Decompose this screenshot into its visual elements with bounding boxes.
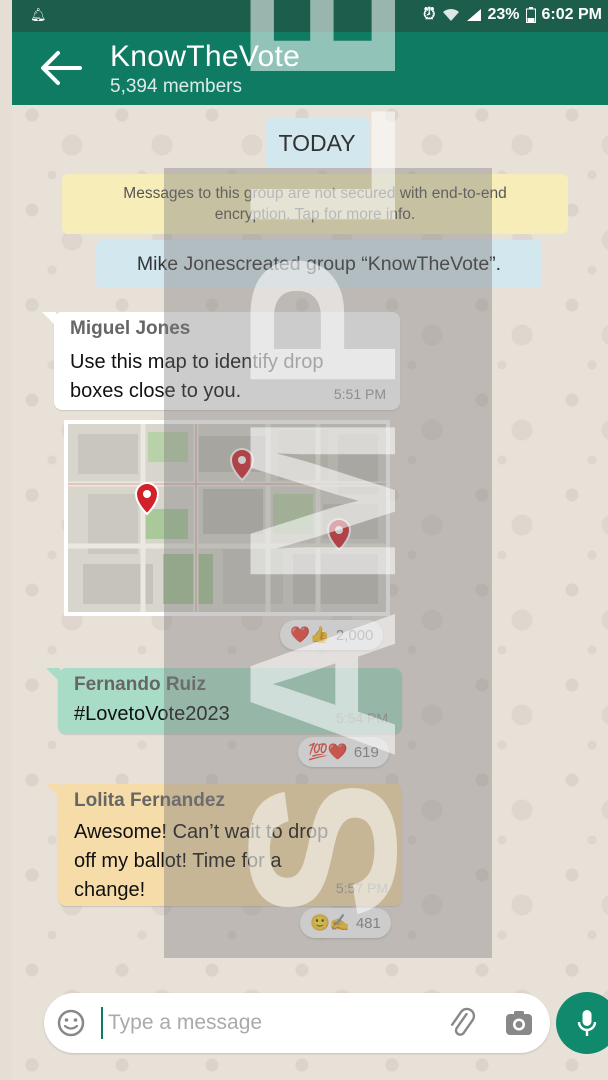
message-time: 5:57 PM (335, 880, 388, 896)
map-graphic (68, 424, 386, 612)
message-text: Awesome! Can’t wait to drop off my ballo… (74, 818, 328, 905)
chat-screen: 🔔︎ ⏰︎ 23% 6:02 PM KnowTheVote 5,394 memb… (12, 0, 608, 1080)
bubble-tail (46, 784, 60, 798)
reaction-count: 619 (353, 743, 379, 761)
status-right: ⏰︎ 23% 6:02 PM (423, 6, 602, 24)
reaction-badge[interactable]: 🙂✍️ 481 (300, 908, 391, 938)
text-caret (101, 1007, 103, 1039)
reaction-count: 481 (355, 914, 381, 932)
message-time: 5:54 PM (335, 710, 388, 726)
message-text-line: boxes close to you. (70, 380, 242, 402)
message-input[interactable] (108, 1005, 408, 1041)
chat-header: KnowTheVote 5,394 members (12, 32, 608, 105)
wifi-icon (442, 8, 459, 21)
message-time: 5:51 PM (333, 386, 386, 402)
smiley-icon[interactable] (56, 1008, 86, 1038)
battery-percent: 23% (487, 6, 520, 23)
message-bubble-lolita[interactable]: Lolita Fernandez Awesome! Can’t wait to … (46, 784, 402, 906)
message-sender[interactable]: Lolita Fernandez (74, 790, 225, 812)
message-text-line: Use this map to identify drop (70, 351, 324, 373)
clock: 6:02 PM (541, 6, 602, 23)
battery-icon (525, 7, 536, 23)
map-image[interactable] (64, 420, 390, 616)
encryption-notice-line2: encryption. Tap for more info. (214, 206, 416, 223)
camera-icon[interactable] (504, 1009, 534, 1037)
group-created-message: Mike Jonescreated group “KnowTheVote”. (96, 240, 542, 288)
message-text-line: off my ballot! Time for a (74, 850, 282, 872)
bubble-tail (46, 668, 60, 682)
microphone-button[interactable] (556, 992, 608, 1054)
bubble-tail (42, 312, 56, 326)
encryption-notice-line1: Messages to this group are not secured w… (123, 185, 507, 202)
date-separator: TODAY (265, 118, 369, 168)
reaction-badge[interactable]: 💯❤️ 619 (298, 737, 389, 767)
message-sender[interactable]: Fernando Ruiz (74, 674, 206, 696)
message-sender[interactable]: Miguel Jones (70, 318, 190, 340)
group-title[interactable]: KnowTheVote (110, 40, 300, 74)
reaction-emojis: 🙂✍️ (310, 915, 350, 932)
member-count: 5,394 members (110, 76, 243, 97)
reaction-emojis: 💯❤️ (308, 744, 348, 761)
bell-icon: 🔔︎ (30, 7, 47, 22)
message-bubble-fernando[interactable]: Fernando Ruiz #LovetoVote2023 5:54 PM (46, 668, 402, 734)
arrow-left-icon[interactable] (38, 48, 82, 88)
microphone-icon (577, 1010, 597, 1036)
message-text-line: change! (74, 879, 146, 901)
status-bar: 🔔︎ ⏰︎ 23% 6:02 PM (12, 0, 608, 32)
message-text: Use this map to identify drop boxes clos… (70, 348, 323, 406)
encryption-notice[interactable]: Messages to this group are not secured w… (62, 174, 568, 234)
message-composer (44, 993, 550, 1053)
paperclip-icon[interactable] (446, 1007, 478, 1039)
message-text-line: Awesome! Can’t wait to drop (74, 821, 329, 843)
signal-icon (466, 9, 481, 21)
message-text: #LovetoVote2023 (74, 703, 230, 725)
reaction-count: 2,000 (335, 626, 374, 644)
reaction-emojis: ❤️👍 (290, 627, 330, 644)
reaction-badge[interactable]: ❤️👍 2,000 (280, 620, 384, 650)
message-bubble-miguel[interactable]: Miguel Jones Use this map to identify dr… (42, 312, 400, 410)
alarm-icon: ⏰︎ (423, 6, 436, 23)
